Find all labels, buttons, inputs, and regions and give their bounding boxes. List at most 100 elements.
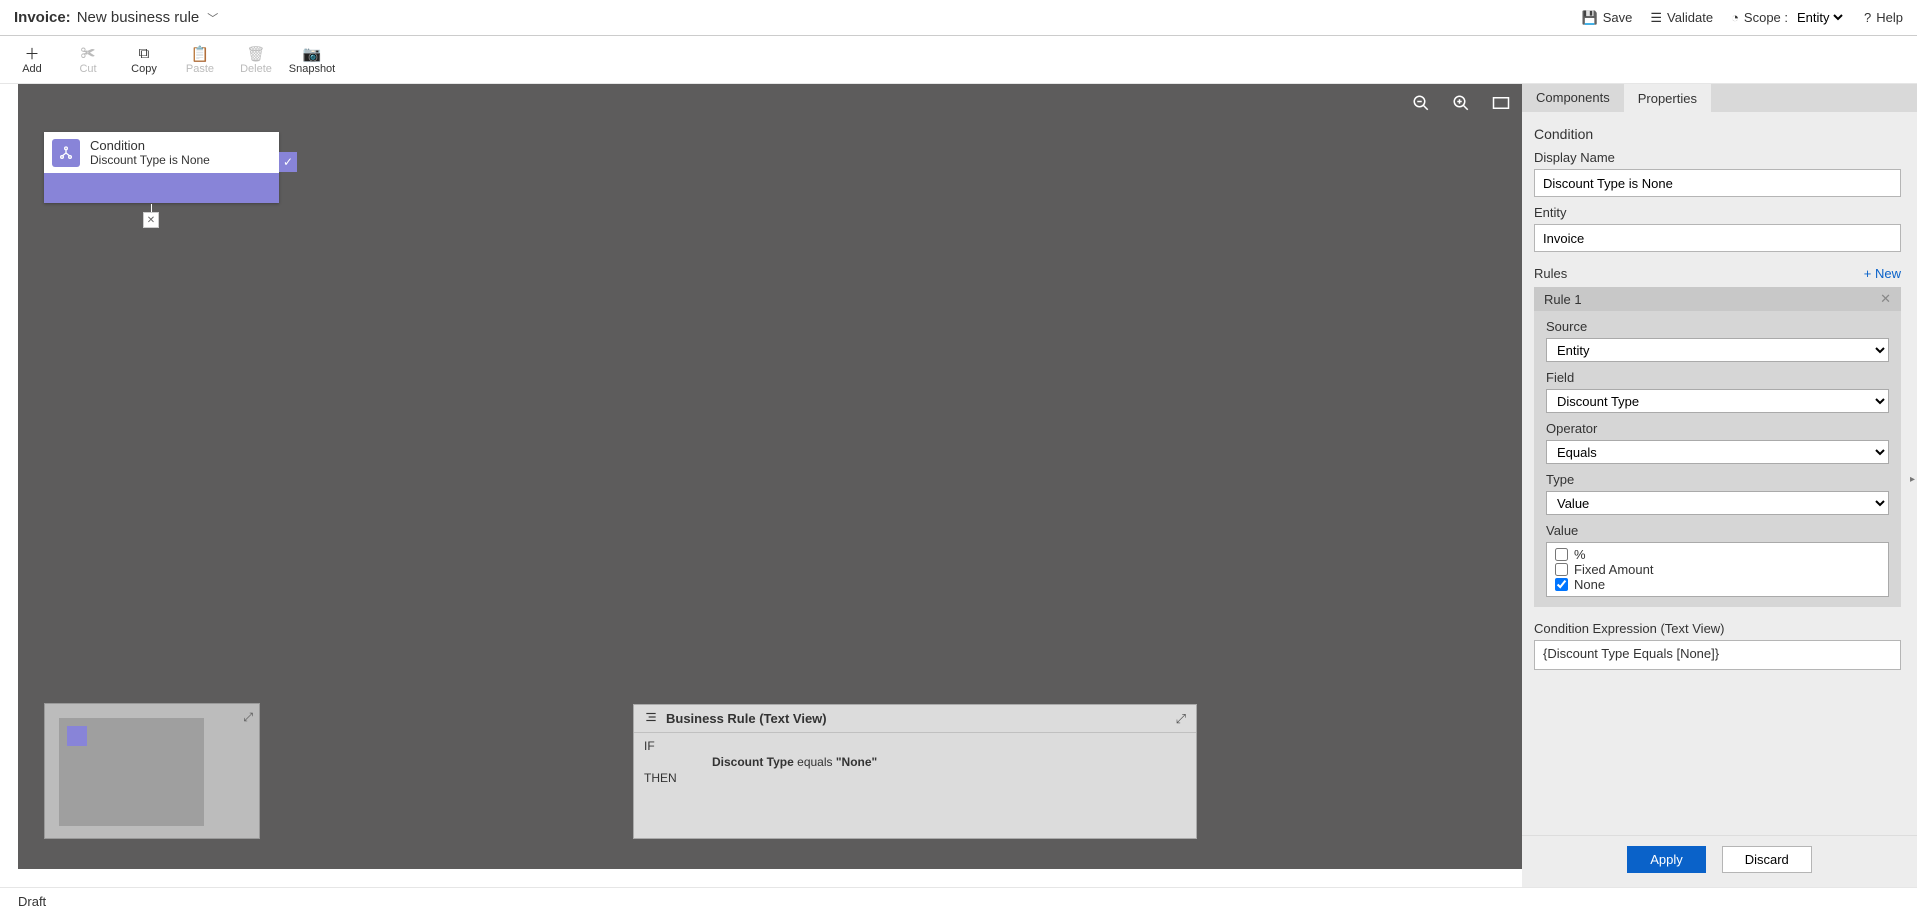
- scissors-icon: ✀: [60, 45, 116, 63]
- discard-button[interactable]: Discard: [1722, 846, 1812, 873]
- properties-body: Condition Display Name Entity Rules + Ne…: [1522, 112, 1917, 835]
- help-label: Help: [1876, 10, 1903, 25]
- node-title: Condition: [90, 138, 210, 153]
- condition-line: Discount Type equals "None": [644, 755, 1186, 769]
- minimap-node: [67, 726, 87, 746]
- operator-select[interactable]: Equals: [1546, 440, 1889, 464]
- topbar-actions: 💾 Save ☰ Validate ◔ Scope : Entity ? Hel…: [1582, 9, 1903, 26]
- title-area[interactable]: Invoice: New business rule ﹀: [14, 9, 218, 26]
- cmd-label: Add: [4, 63, 60, 75]
- cond-op: equals: [797, 755, 832, 769]
- validate-icon: ☰: [1650, 10, 1662, 26]
- zoom-in-icon[interactable]: [1452, 94, 1470, 112]
- textview-title: Business Rule (Text View): [666, 711, 827, 726]
- section-header: Condition: [1534, 126, 1901, 142]
- status-bar: Draft: [0, 887, 1917, 915]
- panel-tabs: Components Properties: [1522, 84, 1917, 112]
- operator-label: Operator: [1534, 421, 1901, 436]
- check-icon[interactable]: ✓: [279, 152, 297, 172]
- cmd-label: Paste: [172, 63, 228, 75]
- expression-label: Condition Expression (Text View): [1534, 621, 1901, 636]
- expand-icon[interactable]: ⤢: [243, 710, 253, 725]
- tab-components[interactable]: Components: [1522, 84, 1624, 112]
- plus-icon: ＋: [4, 45, 60, 63]
- field-select[interactable]: Discount Type: [1546, 389, 1889, 413]
- chevron-down-icon[interactable]: ﹀: [207, 10, 218, 26]
- close-icon[interactable]: ✕: [1880, 291, 1891, 307]
- tab-properties[interactable]: Properties: [1624, 84, 1711, 112]
- right-panel: Components Properties Condition Display …: [1522, 84, 1917, 887]
- rules-label: Rules: [1534, 266, 1567, 281]
- scope-selector[interactable]: ◔ Scope : Entity: [1731, 9, 1846, 26]
- value-opt-none[interactable]: None: [1555, 577, 1880, 592]
- source-label: Source: [1534, 319, 1901, 334]
- collapse-icon[interactable]: ✕: [143, 212, 159, 228]
- help-icon: ?: [1864, 10, 1871, 25]
- type-select[interactable]: Value: [1546, 491, 1889, 515]
- value-opt-fixed[interactable]: Fixed Amount: [1555, 562, 1880, 577]
- cond-field: Discount Type: [712, 755, 794, 769]
- cmd-label: Copy: [116, 63, 172, 75]
- checkbox-fixed[interactable]: [1555, 563, 1568, 576]
- validate-button[interactable]: ☰ Validate: [1650, 10, 1713, 26]
- delete-button: 🗑Delete: [228, 45, 284, 75]
- scope-select[interactable]: Entity: [1793, 9, 1846, 26]
- display-name-input[interactable]: [1534, 169, 1901, 197]
- save-icon: 💾: [1582, 10, 1598, 26]
- help-button[interactable]: ? Help: [1864, 10, 1903, 25]
- then-keyword: THEN: [644, 771, 1186, 785]
- rule-card: Rule 1 ✕ Source Entity Field Discount Ty…: [1534, 287, 1901, 607]
- cmd-label: Snapshot: [284, 63, 340, 75]
- trash-icon: 🗑: [228, 45, 284, 63]
- field-label: Field: [1534, 370, 1901, 385]
- minimap[interactable]: ⤢: [44, 703, 260, 839]
- canvas-controls: [1412, 94, 1510, 112]
- paste-button: 📋Paste: [172, 45, 228, 75]
- rule-name: New business rule: [77, 9, 200, 26]
- scope-label: Scope :: [1744, 10, 1788, 25]
- expression-box: {Discount Type Equals [None]}: [1534, 640, 1901, 670]
- snapshot-button[interactable]: 📷Snapshot: [284, 45, 340, 75]
- copy-button[interactable]: ⧉Copy: [116, 45, 172, 75]
- zoom-out-icon[interactable]: [1412, 94, 1430, 112]
- display-name-label: Display Name: [1534, 150, 1901, 165]
- business-rule-text-view: Business Rule (Text View) ⤢ IF Discount …: [633, 704, 1197, 839]
- camera-icon: 📷: [284, 45, 340, 63]
- panel-collapse-icon[interactable]: ▸: [1910, 474, 1915, 485]
- cmd-label: Delete: [228, 63, 284, 75]
- entity-label: Entity: [1534, 205, 1901, 220]
- source-select[interactable]: Entity: [1546, 338, 1889, 362]
- value-options: % Fixed Amount None: [1546, 542, 1889, 597]
- add-button[interactable]: ＋Add: [4, 45, 60, 75]
- entity-prefix: Invoice:: [14, 9, 71, 26]
- fit-icon[interactable]: [1492, 94, 1510, 112]
- condition-node[interactable]: Condition Discount Type is None ✓: [44, 132, 279, 203]
- new-rule-button[interactable]: + New: [1864, 266, 1901, 281]
- node-subtitle: Discount Type is None: [90, 153, 210, 167]
- validate-label: Validate: [1667, 10, 1713, 25]
- cmd-label: Cut: [60, 63, 116, 75]
- paste-icon: 📋: [172, 45, 228, 63]
- checkbox-none[interactable]: [1555, 578, 1568, 591]
- textview-icon: [644, 710, 658, 727]
- save-label: Save: [1603, 10, 1633, 25]
- cut-button: ✀Cut: [60, 45, 116, 75]
- value-opt-percent[interactable]: %: [1555, 547, 1880, 562]
- command-bar: ＋Add ✀Cut ⧉Copy 📋Paste 🗑Delete 📷Snapshot: [0, 36, 1917, 84]
- entity-input[interactable]: [1534, 224, 1901, 252]
- condition-icon: [52, 139, 80, 167]
- node-action-bar: [44, 173, 279, 203]
- connector-line: [151, 204, 152, 212]
- checkbox-percent[interactable]: [1555, 548, 1568, 561]
- status-text: Draft: [18, 894, 46, 909]
- type-label: Type: [1534, 472, 1901, 487]
- apply-button[interactable]: Apply: [1627, 846, 1706, 873]
- panel-footer: Apply Discard: [1522, 835, 1917, 887]
- copy-icon: ⧉: [116, 45, 172, 63]
- design-canvas[interactable]: Condition Discount Type is None ✓ ✕ ⤢ Bu…: [18, 84, 1522, 869]
- textview-expand-icon[interactable]: ⤢: [1176, 711, 1186, 727]
- save-button[interactable]: 💾 Save: [1582, 10, 1633, 26]
- topbar: Invoice: New business rule ﹀ 💾 Save ☰ Va…: [0, 0, 1917, 36]
- main: Condition Discount Type is None ✓ ✕ ⤢ Bu…: [0, 84, 1917, 887]
- value-label: Value: [1534, 523, 1901, 538]
